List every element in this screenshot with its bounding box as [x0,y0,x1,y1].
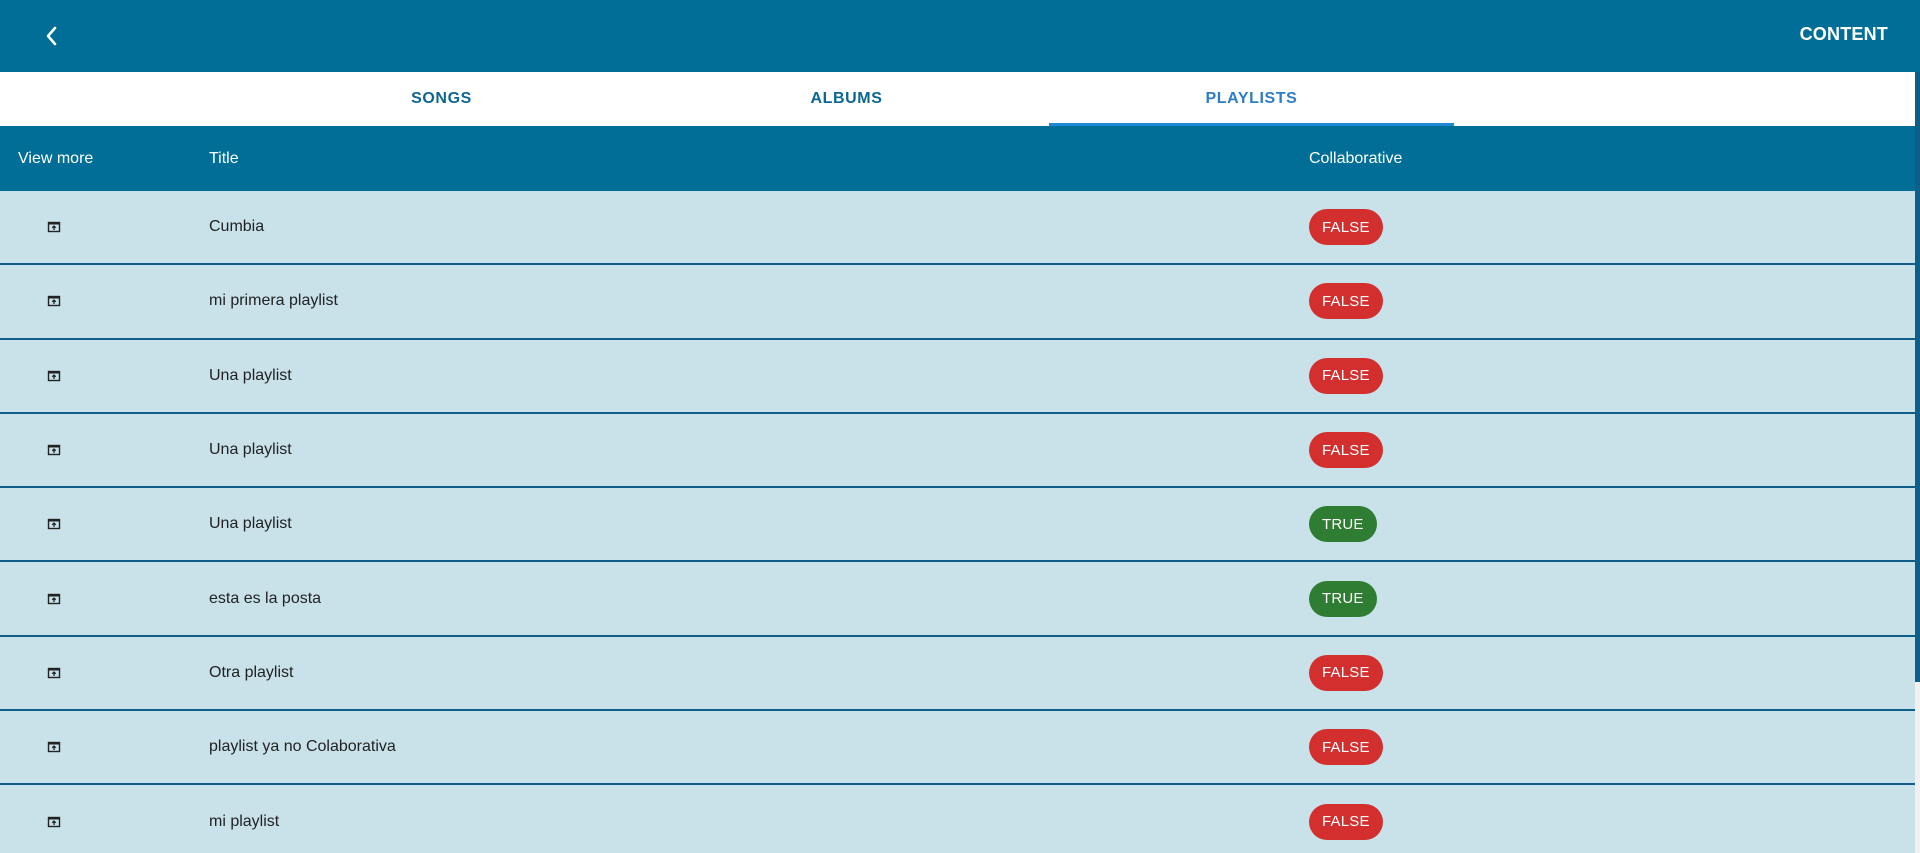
open-in-new-icon[interactable] [46,442,62,458]
chevron-left-icon [43,25,61,47]
playlist-title: mi primera playlist [209,292,338,310]
table-row: mi playlist FALSE [0,785,1915,853]
open-in-new-icon[interactable] [46,368,62,384]
collaborative-badge: FALSE [1309,357,1383,394]
collaborative-badge: FALSE [1309,209,1383,246]
collaborative-badge: FALSE [1309,432,1383,469]
collaborative-cell: FALSE [1309,191,1709,263]
open-in-new-icon[interactable] [46,219,62,235]
back-button[interactable] [38,22,66,50]
table-row: playlist ya no Colaborativa FALSE [0,711,1915,786]
open-in-new-icon[interactable] [46,591,62,607]
scrollbar-thumb[interactable] [1915,72,1920,682]
collaborative-badge: FALSE [1309,803,1383,840]
playlist-title: Una playlist [209,515,292,533]
open-in-new-icon[interactable] [46,293,62,309]
open-in-new-icon[interactable] [46,739,62,755]
page-title: CONTENT [1799,24,1888,44]
table-header: View more Title Collaborative [0,126,1915,191]
collaborative-cell: TRUE [1309,488,1709,560]
collaborative-cell: FALSE [1309,785,1709,853]
tab-albums[interactable]: ALBUMS [644,72,1049,126]
column-header-title: Title [209,149,239,167]
open-in-new-icon[interactable] [46,516,62,532]
collaborative-cell: FALSE [1309,711,1709,783]
collaborative-badge: FALSE [1309,654,1383,691]
collaborative-cell: TRUE [1309,562,1709,634]
top-app-bar: CONTENT [0,0,1920,72]
table-row: Una playlist TRUE [0,488,1915,563]
playlist-title: mi playlist [209,812,280,830]
tab-bar: SONGS ALBUMS PLAYLISTS [0,72,1915,126]
table-row: Otra playlist FALSE [0,636,1915,712]
tab-playlists[interactable]: PLAYLISTS [1049,72,1454,126]
playlist-title: playlist ya no Colaborativa [209,738,396,756]
open-in-new-icon[interactable] [46,814,62,830]
playlist-title: Una playlist [209,441,292,459]
collaborative-cell: FALSE [1309,340,1709,412]
table-body: Cumbia FALSE mi primera playlist FALSE Una p… [0,191,1915,853]
playlist-title: Una playlist [209,366,292,384]
table-row: Cumbia FALSE [0,191,1915,266]
collaborative-badge: TRUE [1309,506,1377,543]
vertical-scrollbar[interactable] [1915,72,1920,853]
collaborative-cell: FALSE [1309,265,1709,337]
playlist-title: Otra playlist [209,663,294,681]
collaborative-cell: FALSE [1309,637,1709,709]
table-row: Una playlist FALSE [0,339,1915,414]
tab-songs[interactable]: SONGS [239,72,644,126]
table-row: mi primera playlist FALSE [0,265,1915,340]
playlists-table: View more Title Collaborative Cumbia FALS… [0,126,1915,853]
playlist-title: Cumbia [209,218,265,236]
column-header-collaborative: Collaborative [1309,149,1403,167]
collaborative-badge: FALSE [1309,729,1383,766]
playlist-title: esta es la posta [209,589,322,607]
table-row: esta es la posta TRUE [0,562,1915,637]
collaborative-badge: TRUE [1309,580,1377,617]
table-row: Una playlist FALSE [0,413,1915,489]
column-header-view-more: View more [18,149,94,167]
collaborative-badge: FALSE [1309,283,1383,320]
app-root: CONTENT SONGS ALBUMS PLAYLISTS View more… [0,0,1920,853]
collaborative-cell: FALSE [1309,414,1709,486]
open-in-new-icon[interactable] [46,665,62,681]
